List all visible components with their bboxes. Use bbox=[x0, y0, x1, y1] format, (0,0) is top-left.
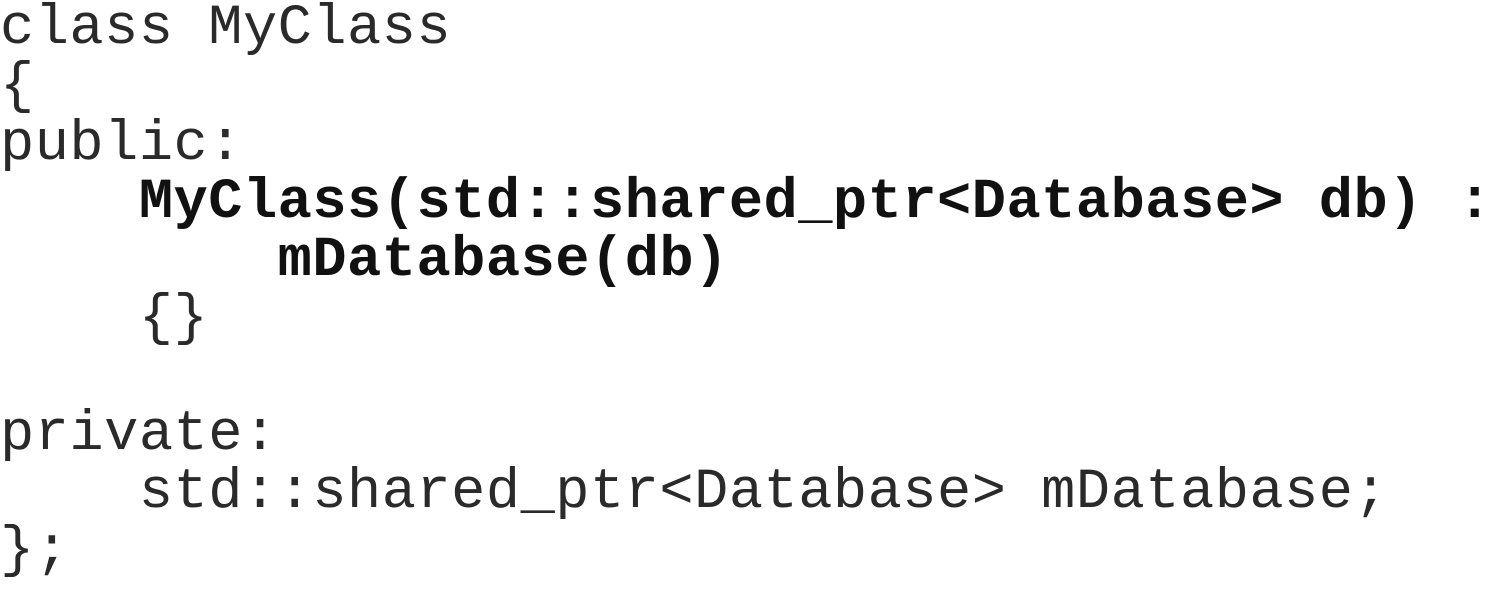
code-line-constructor-body: {} bbox=[0, 287, 209, 351]
code-listing: class MyClass { public: MyClass(std::sha… bbox=[0, 0, 1492, 580]
code-line-private-label: private: bbox=[0, 403, 278, 467]
code-line-constructor-signature: MyClass(std::shared_ptr<Database> db) : bbox=[0, 171, 1492, 235]
code-line-member-declaration: std::shared_ptr<Database> mDatabase; bbox=[0, 461, 1389, 525]
code-line-close-brace: }; bbox=[0, 519, 70, 583]
code-line-open-brace: { bbox=[0, 55, 35, 119]
code-line-class-declaration: class MyClass bbox=[0, 0, 452, 61]
code-line-public-label: public: bbox=[0, 113, 243, 177]
code-line-member-initializer: mDatabase(db) bbox=[0, 229, 729, 293]
